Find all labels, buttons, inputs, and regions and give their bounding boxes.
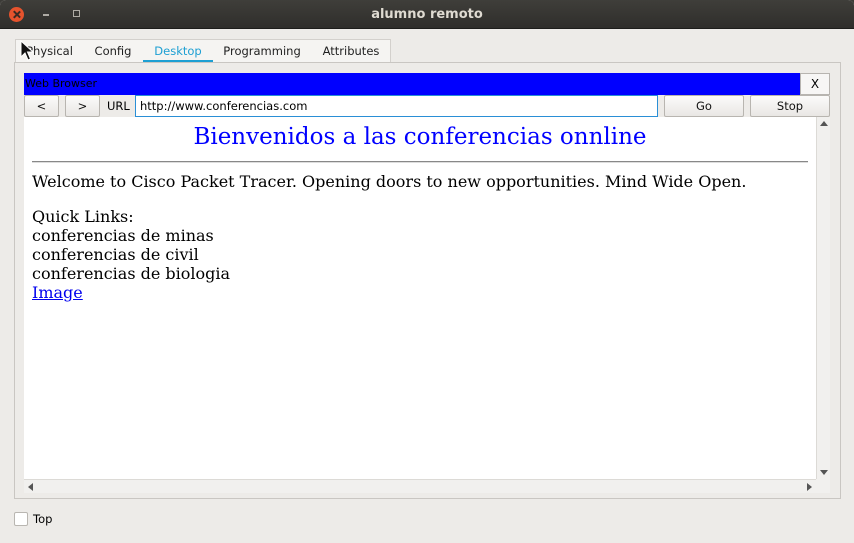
close-browser-button[interactable]: X — [800, 73, 830, 95]
scroll-left-icon[interactable] — [28, 483, 33, 491]
image-link[interactable]: Image — [32, 283, 83, 302]
scroll-up-icon[interactable] — [820, 121, 828, 126]
quick-links-title: Quick Links: — [32, 207, 134, 226]
tab-bar: Physical Config Desktop Programming Attr… — [15, 39, 391, 64]
back-button[interactable]: < — [24, 95, 59, 117]
mouse-cursor-icon — [20, 40, 35, 61]
web-browser-titlebar: Web Browser — [24, 73, 830, 95]
app-window: alumno remoto Physical Config Desktop Pr… — [0, 0, 854, 543]
title-bar: alumno remoto — [0, 0, 854, 29]
web-browser-title: Web Browser — [25, 77, 98, 90]
tab-attributes[interactable]: Attributes — [311, 40, 391, 64]
horizontal-scrollbar[interactable] — [24, 479, 816, 493]
scroll-down-icon[interactable] — [820, 470, 828, 475]
tab-config[interactable]: Config — [83, 40, 143, 64]
welcome-text: Welcome to Cisco Packet Tracer. Opening … — [32, 172, 747, 191]
page-heading: Bienvenidos a las conferencias onnline — [193, 124, 647, 150]
top-checkbox[interactable] — [14, 512, 28, 526]
forward-button[interactable]: > — [65, 95, 100, 117]
tab-programming[interactable]: Programming — [213, 40, 311, 64]
tab-desktop[interactable]: Desktop — [143, 40, 213, 64]
top-checkbox-label: Top — [33, 512, 53, 526]
quick-link-civil: conferencias de civil — [32, 245, 199, 264]
stop-button[interactable]: Stop — [750, 95, 830, 117]
scrollbar-corner — [816, 479, 830, 493]
go-button[interactable]: Go — [664, 95, 744, 117]
page-divider — [32, 161, 808, 163]
url-label: URL — [107, 99, 130, 113]
url-input[interactable]: http://www.conferencias.com — [135, 95, 658, 117]
scroll-right-icon[interactable] — [807, 483, 812, 491]
quick-link-minas: conferencias de minas — [32, 226, 214, 245]
quick-link-biologia: conferencias de biologia — [32, 264, 231, 283]
window-title: alumno remoto — [371, 7, 483, 22]
vertical-scrollbar[interactable] — [816, 117, 830, 479]
browser-viewport: Bienvenidos a las conferencias onnline W… — [24, 117, 816, 479]
